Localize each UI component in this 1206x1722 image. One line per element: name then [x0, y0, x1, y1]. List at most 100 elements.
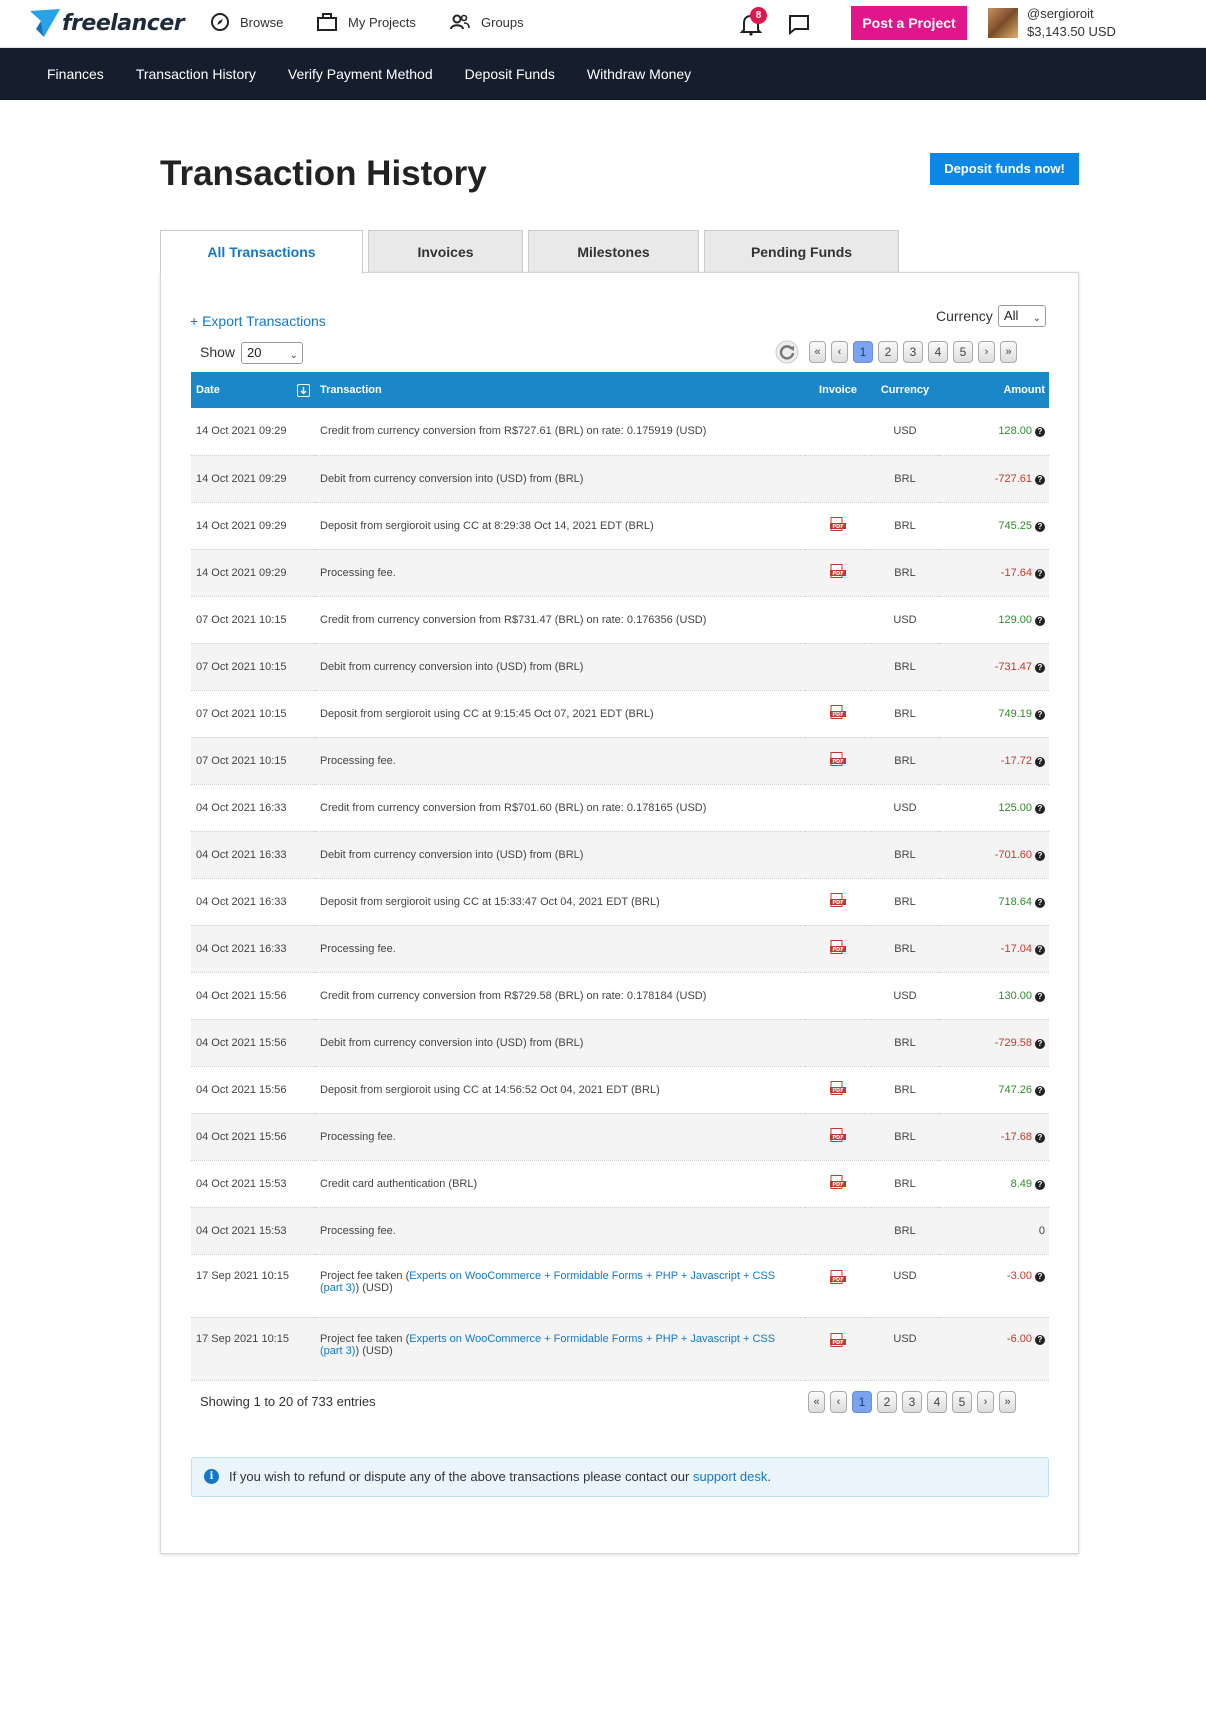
next-page-button[interactable]: ›: [977, 1391, 994, 1413]
tab-pending-funds[interactable]: Pending Funds: [704, 230, 899, 273]
page-2-button[interactable]: 2: [878, 341, 898, 363]
subnav-transaction-history[interactable]: Transaction History: [136, 66, 256, 82]
pdf-icon[interactable]: PDF: [830, 1128, 846, 1142]
help-icon[interactable]: ?: [1035, 662, 1045, 673]
prev-page-button[interactable]: ‹: [831, 341, 848, 363]
support-desk-link[interactable]: support desk: [693, 1469, 767, 1484]
page-5-button[interactable]: 5: [953, 341, 973, 363]
pdf-icon[interactable]: PDF: [830, 1081, 846, 1095]
help-icon[interactable]: ?: [1035, 568, 1045, 579]
help-icon[interactable]: ?: [1035, 944, 1045, 955]
pdf-icon[interactable]: PDF: [830, 1269, 846, 1284]
first-page-button[interactable]: «: [809, 341, 826, 363]
help-icon[interactable]: ?: [1035, 1085, 1045, 1096]
tab-invoices[interactable]: Invoices: [368, 230, 523, 273]
currency-cell: USD: [871, 1254, 939, 1318]
page-4-button[interactable]: 4: [928, 341, 948, 363]
amount-cell: 130.00?: [939, 972, 1049, 1020]
transaction-cell: Processing fee.: [315, 737, 805, 785]
pdf-icon[interactable]: PDF: [830, 752, 846, 766]
nav-my-projects[interactable]: My Projects: [316, 0, 416, 44]
export-transactions-link[interactable]: + Export Transactions: [190, 313, 326, 329]
subnav-withdraw-money[interactable]: Withdraw Money: [587, 66, 691, 82]
date-cell: 04 Oct 2021 15:53: [191, 1207, 315, 1255]
amount-cell: 0: [939, 1207, 1049, 1255]
amount-cell: -17.68?: [939, 1113, 1049, 1161]
help-icon[interactable]: ?: [1035, 850, 1045, 861]
page-5-button[interactable]: 5: [952, 1391, 972, 1413]
transaction-column-header: Transaction: [320, 384, 382, 396]
currency-cell: USD: [871, 408, 939, 456]
nav-groups[interactable]: Groups: [449, 0, 524, 44]
help-icon[interactable]: ?: [1035, 756, 1045, 767]
date-cell: 04 Oct 2021 16:33: [191, 784, 315, 832]
help-icon[interactable]: ?: [1035, 427, 1045, 438]
help-icon[interactable]: ?: [1035, 991, 1045, 1002]
pdf-icon[interactable]: PDF: [830, 1175, 846, 1189]
pdf-icon[interactable]: PDF: [830, 564, 846, 578]
page-4-button[interactable]: 4: [927, 1391, 947, 1413]
users-icon: [449, 12, 471, 32]
help-icon[interactable]: ?: [1035, 1038, 1045, 1049]
briefcase-icon: [316, 12, 338, 32]
subnav-deposit-funds[interactable]: Deposit Funds: [465, 66, 555, 82]
tab-all-transactions[interactable]: All Transactions: [160, 230, 363, 274]
tab-milestones[interactable]: Milestones: [528, 230, 699, 273]
next-page-button[interactable]: ›: [978, 341, 995, 363]
username[interactable]: @sergioroit: [1027, 6, 1094, 21]
pdf-icon[interactable]: PDF: [830, 1332, 846, 1347]
page-3-button[interactable]: 3: [903, 341, 923, 363]
table-row: 04 Oct 2021 16:33 Processing fee. PDF BRL -1…: [191, 925, 1049, 973]
prev-page-button[interactable]: ‹: [830, 1391, 847, 1413]
last-page-button[interactable]: »: [1000, 341, 1017, 363]
pdf-icon[interactable]: PDF: [830, 893, 846, 907]
help-icon[interactable]: ?: [1035, 1132, 1045, 1143]
last-page-button[interactable]: »: [999, 1391, 1016, 1413]
amount-value: 747.26: [998, 1083, 1032, 1096]
invoice-cell: PDF: [805, 1254, 871, 1318]
first-page-button[interactable]: «: [808, 1391, 825, 1413]
page-1-button[interactable]: 1: [852, 1391, 872, 1413]
transaction-cell: Credit from currency conversion from R$7…: [315, 972, 805, 1020]
help-icon[interactable]: ?: [1035, 1271, 1045, 1282]
chevron-down-icon: ⌄: [289, 350, 298, 361]
currency-cell: BRL: [871, 1019, 939, 1067]
amount-value: -17.72: [1000, 754, 1032, 767]
sort-descending-icon[interactable]: [297, 383, 310, 397]
transaction-cell: Credit card authentication (BRL): [315, 1160, 805, 1208]
transaction-suffix: ) (USD): [355, 1344, 393, 1357]
deposit-funds-button[interactable]: Deposit funds now!: [930, 153, 1079, 185]
amount-value: -3.00: [1006, 1269, 1032, 1282]
page-3-button[interactable]: 3: [902, 1391, 922, 1413]
help-icon[interactable]: ?: [1035, 521, 1045, 532]
pdf-icon[interactable]: PDF: [830, 940, 846, 954]
freelancer-logo[interactable]: freelancer: [30, 6, 185, 40]
refresh-icon[interactable]: [775, 340, 799, 364]
date-column-header[interactable]: Date: [191, 372, 315, 408]
amount-cell: 129.00?: [939, 596, 1049, 644]
nav-browse[interactable]: Browse: [210, 0, 283, 44]
pdf-icon[interactable]: PDF: [830, 705, 846, 719]
avatar[interactable]: [988, 8, 1018, 38]
subnav-verify-payment-method[interactable]: Verify Payment Method: [288, 66, 433, 82]
invoice-cell: PDF: [805, 549, 871, 597]
currency-select[interactable]: All ⌄: [998, 305, 1046, 327]
help-icon[interactable]: ?: [1035, 803, 1045, 814]
help-icon[interactable]: ?: [1035, 1179, 1045, 1190]
help-icon[interactable]: ?: [1035, 474, 1045, 485]
amount-value: -6.00: [1006, 1332, 1032, 1345]
help-icon[interactable]: ?: [1035, 615, 1045, 626]
help-icon[interactable]: ?: [1035, 1334, 1045, 1345]
chat-icon[interactable]: [787, 12, 811, 36]
page-size-select[interactable]: 20 ⌄: [241, 342, 303, 364]
currency-cell: USD: [871, 596, 939, 644]
amount-value: 125.00: [998, 801, 1032, 814]
help-icon[interactable]: ?: [1035, 897, 1045, 908]
page-1-button[interactable]: 1: [853, 341, 873, 363]
subnav-finances[interactable]: Finances: [47, 66, 104, 82]
pagination-bottom: « ‹ 1 2 3 4 5 › »: [808, 1391, 1021, 1413]
pdf-icon[interactable]: PDF: [830, 517, 846, 531]
help-icon[interactable]: ?: [1035, 709, 1045, 720]
page-2-button[interactable]: 2: [877, 1391, 897, 1413]
post-project-button[interactable]: Post a Project: [851, 6, 967, 40]
